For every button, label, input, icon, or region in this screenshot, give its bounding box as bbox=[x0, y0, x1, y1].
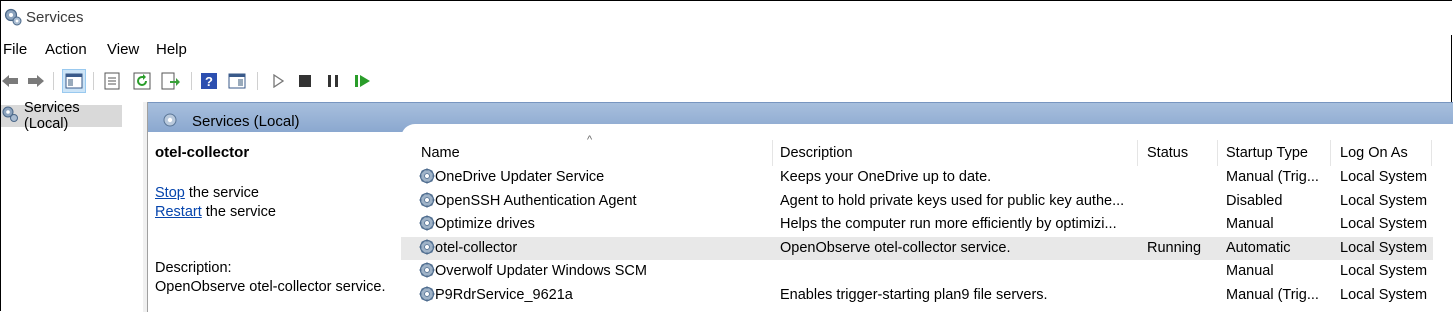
column-header-description[interactable]: Description bbox=[773, 144, 1135, 166]
restart-service-icon[interactable] bbox=[353, 71, 373, 91]
properties-icon[interactable] bbox=[102, 71, 122, 91]
service-description-cell: Enables trigger-starting plan9 file serv… bbox=[780, 287, 1048, 303]
service-row[interactable]: otel-collector OpenObserve otel-collector… bbox=[401, 236, 1433, 260]
menu-action[interactable]: Action bbox=[45, 41, 87, 58]
service-startup-type-cell: Manual (Trig... bbox=[1226, 169, 1319, 185]
restart-link[interactable]: Restart bbox=[155, 204, 202, 220]
service-description-cell: Agent to hold private keys used for publ… bbox=[780, 192, 1125, 209]
service-name-cell: OneDrive Updater Service bbox=[435, 169, 605, 185]
restart-action-text: the service bbox=[201, 204, 276, 220]
stop-service-icon[interactable] bbox=[295, 71, 315, 91]
toolbar-separator bbox=[191, 72, 192, 90]
description-label: Description: bbox=[155, 260, 232, 276]
services-list: ^ Name Description Status Startup Type L… bbox=[401, 124, 1453, 312]
stop-action: Stop the service bbox=[155, 185, 259, 201]
start-service-icon[interactable] bbox=[268, 71, 288, 91]
service-startup-type-cell: Automatic bbox=[1226, 239, 1291, 256]
service-log-on-as-cell: Local System bbox=[1340, 263, 1428, 280]
service-startup-type-cell: Manual bbox=[1226, 263, 1274, 280]
back-icon[interactable] bbox=[1, 71, 21, 91]
toolbar-separator bbox=[257, 72, 258, 90]
column-divider[interactable] bbox=[1137, 140, 1138, 166]
service-row[interactable]: Overwolf Updater Windows SCM Manual Local … bbox=[401, 260, 1433, 283]
service-details: otel-collector Stop the service Restart … bbox=[148, 132, 403, 312]
title-bar: Services bbox=[1, 1, 1453, 35]
panel-title: Services (Local) bbox=[192, 113, 300, 130]
export-list-icon[interactable] bbox=[161, 71, 181, 91]
service-log-on-as-cell: Local System bbox=[1340, 239, 1428, 256]
service-name-cell: P9RdrService_9621a bbox=[435, 287, 573, 303]
services-gear-icon bbox=[3, 7, 23, 32]
service-row[interactable]: OpenSSH Authentication Agent Agent to hol… bbox=[401, 190, 1433, 213]
console-tree: Services (Local) bbox=[1, 100, 144, 312]
service-status-cell: Running bbox=[1147, 239, 1202, 256]
service-name-cell: OpenSSH Authentication Agent bbox=[435, 192, 637, 209]
description-text: OpenObserve otel-collector service. bbox=[155, 279, 386, 295]
service-startup-type-cell: Manual bbox=[1226, 216, 1274, 233]
menu-view[interactable]: View bbox=[107, 41, 139, 58]
window-title: Services bbox=[26, 9, 84, 26]
selected-service-name: otel-collector bbox=[155, 144, 250, 161]
service-description-cell: Helps the computer run more efficiently … bbox=[780, 216, 1117, 233]
svg-text:?: ? bbox=[205, 74, 213, 89]
services-window: Services File Action View Help ? Service… bbox=[0, 0, 1453, 312]
restart-action: Restart the service bbox=[155, 204, 276, 220]
stop-link[interactable]: Stop bbox=[155, 185, 185, 201]
service-row[interactable]: Optimize drives Helps the computer run mo… bbox=[401, 213, 1433, 236]
service-description-cell: OpenObserve otel-collector service. bbox=[780, 239, 1011, 256]
column-divider[interactable] bbox=[1330, 140, 1331, 166]
refresh-icon[interactable] bbox=[132, 71, 152, 91]
column-headers: ^ Name Description Status Startup Type L… bbox=[401, 124, 1453, 166]
service-log-on-as-cell: Local System bbox=[1340, 287, 1428, 303]
service-log-on-as-cell: Local System bbox=[1340, 192, 1428, 209]
service-row[interactable]: OneDrive Updater Service Keeps your OneDr… bbox=[401, 166, 1433, 189]
toolbar: ? bbox=[1, 67, 1453, 95]
column-header-startup-type[interactable]: Startup Type bbox=[1219, 144, 1326, 166]
column-divider[interactable] bbox=[1217, 140, 1218, 166]
service-log-on-as-cell: Local System bbox=[1340, 216, 1428, 233]
service-name-cell: Optimize drives bbox=[435, 216, 535, 233]
service-log-on-as-cell: Local System bbox=[1340, 169, 1428, 185]
show-hide-action-pane-icon[interactable] bbox=[227, 71, 247, 91]
service-startup-type-cell: Disabled bbox=[1226, 192, 1283, 209]
menu-help[interactable]: Help bbox=[156, 41, 187, 58]
service-startup-type-cell: Manual (Trig... bbox=[1226, 287, 1319, 303]
column-header-log-on-as[interactable]: Log On As bbox=[1333, 144, 1440, 166]
service-description-cell: Keeps your OneDrive up to date. bbox=[780, 169, 992, 185]
stop-action-text: the service bbox=[184, 185, 259, 201]
toolbar-separator bbox=[93, 72, 94, 90]
service-name-cell: Overwolf Updater Windows SCM bbox=[435, 263, 647, 280]
show-hide-console-tree-icon[interactable] bbox=[62, 69, 86, 93]
pause-service-icon[interactable] bbox=[323, 71, 343, 91]
help-icon[interactable]: ? bbox=[199, 71, 219, 91]
services-panel: Services (Local) otel-collector Stop the… bbox=[148, 102, 1453, 312]
services-gear-icon bbox=[1, 105, 19, 128]
service-row[interactable]: P9RdrService_9621a Enables trigger-starti… bbox=[401, 284, 1433, 307]
menu-file[interactable]: File bbox=[3, 41, 27, 58]
tree-item-services-local[interactable]: Services (Local) bbox=[1, 100, 122, 132]
column-divider[interactable] bbox=[1431, 140, 1432, 166]
forward-icon[interactable] bbox=[25, 71, 45, 91]
tree-item-label: Services (Local) bbox=[24, 100, 80, 132]
toolbar-separator bbox=[53, 72, 54, 90]
column-header-name[interactable]: Name bbox=[414, 144, 761, 166]
column-header-status[interactable]: Status bbox=[1140, 144, 1217, 166]
service-name-cell: otel-collector bbox=[435, 239, 518, 256]
